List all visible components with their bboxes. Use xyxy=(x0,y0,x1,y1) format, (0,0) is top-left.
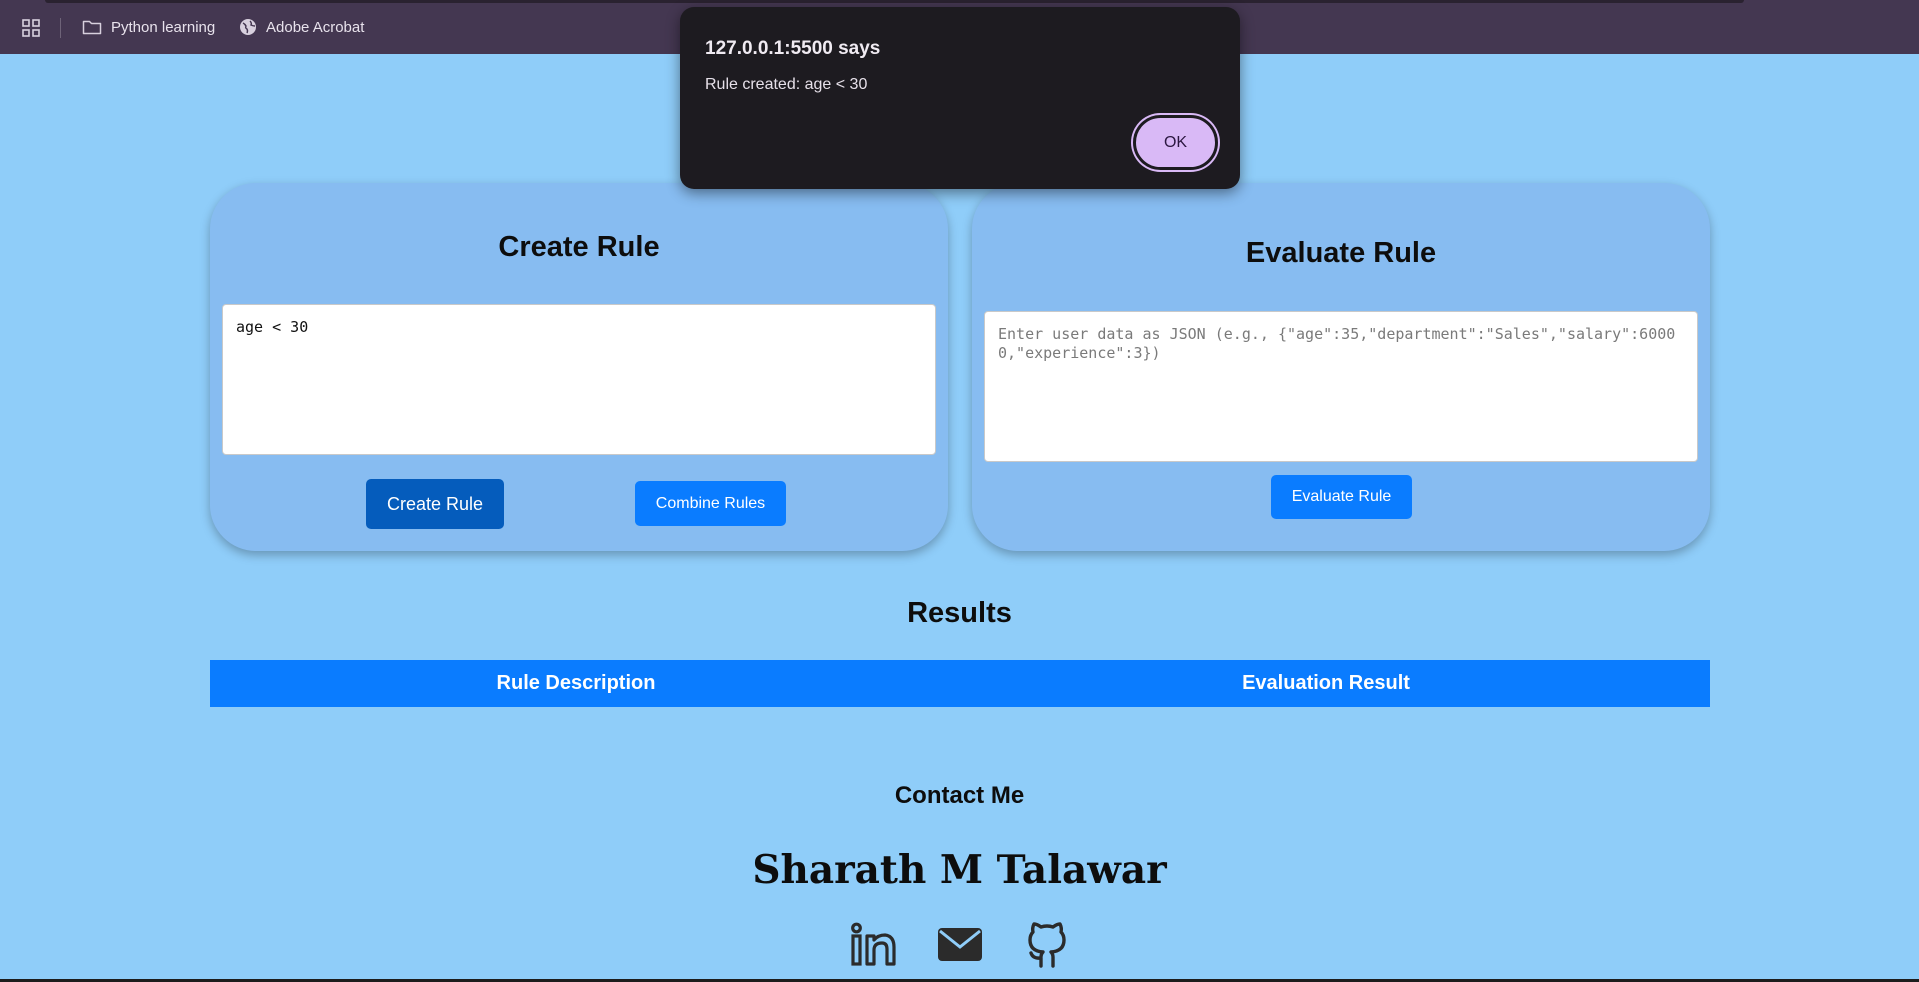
combine-rules-button[interactable]: Combine Rules xyxy=(635,481,786,526)
column-rule-description: Rule Description xyxy=(496,672,656,694)
evaluate-rule-card: Evaluate Rule Enter user data as JSON (e… xyxy=(972,183,1710,551)
create-rule-button[interactable]: Create Rule xyxy=(366,479,504,529)
mail-icon[interactable] xyxy=(937,922,983,968)
folder-icon xyxy=(82,20,102,35)
dialog-message: Rule created: age < 30 xyxy=(705,76,868,93)
evaluate-rule-button[interactable]: Evaluate Rule xyxy=(1271,475,1412,519)
column-evaluation-result: Evaluation Result xyxy=(1242,672,1410,694)
bookmark-python-learning[interactable]: Python learning xyxy=(82,0,215,54)
dialog-ok-button[interactable]: OK xyxy=(1133,115,1218,170)
globe-icon xyxy=(240,19,256,35)
create-rule-card: Create Rule age < 30 Create Rule Combine… xyxy=(210,183,948,551)
results-table-header: Rule Description Evaluation Result xyxy=(210,660,1710,707)
alert-dialog: 127.0.0.1:5500 says Rule created: age < … xyxy=(680,7,1240,189)
author-name: Sharath M Talawar xyxy=(752,847,1167,893)
contact-title: Contact Me xyxy=(894,782,1025,809)
bookmark-adobe-acrobat[interactable]: Adobe Acrobat xyxy=(239,0,364,54)
github-icon[interactable] xyxy=(1024,922,1070,968)
bookmarks-separator xyxy=(60,18,61,38)
linkedin-icon[interactable] xyxy=(851,922,897,968)
apps-grid-icon[interactable] xyxy=(22,19,40,37)
rule-input[interactable]: age < 30 xyxy=(222,304,936,455)
bookmark-label: Adobe Acrobat xyxy=(266,18,365,36)
bookmark-label: Python learning xyxy=(111,18,216,36)
results-title: Results xyxy=(907,597,1012,629)
evaluate-rule-title: Evaluate Rule xyxy=(1245,237,1437,269)
dialog-title: 127.0.0.1:5500 says xyxy=(705,38,881,59)
user-data-input[interactable]: Enter user data as JSON (e.g., {"age":35… xyxy=(984,311,1698,462)
create-rule-title: Create Rule xyxy=(498,231,660,263)
